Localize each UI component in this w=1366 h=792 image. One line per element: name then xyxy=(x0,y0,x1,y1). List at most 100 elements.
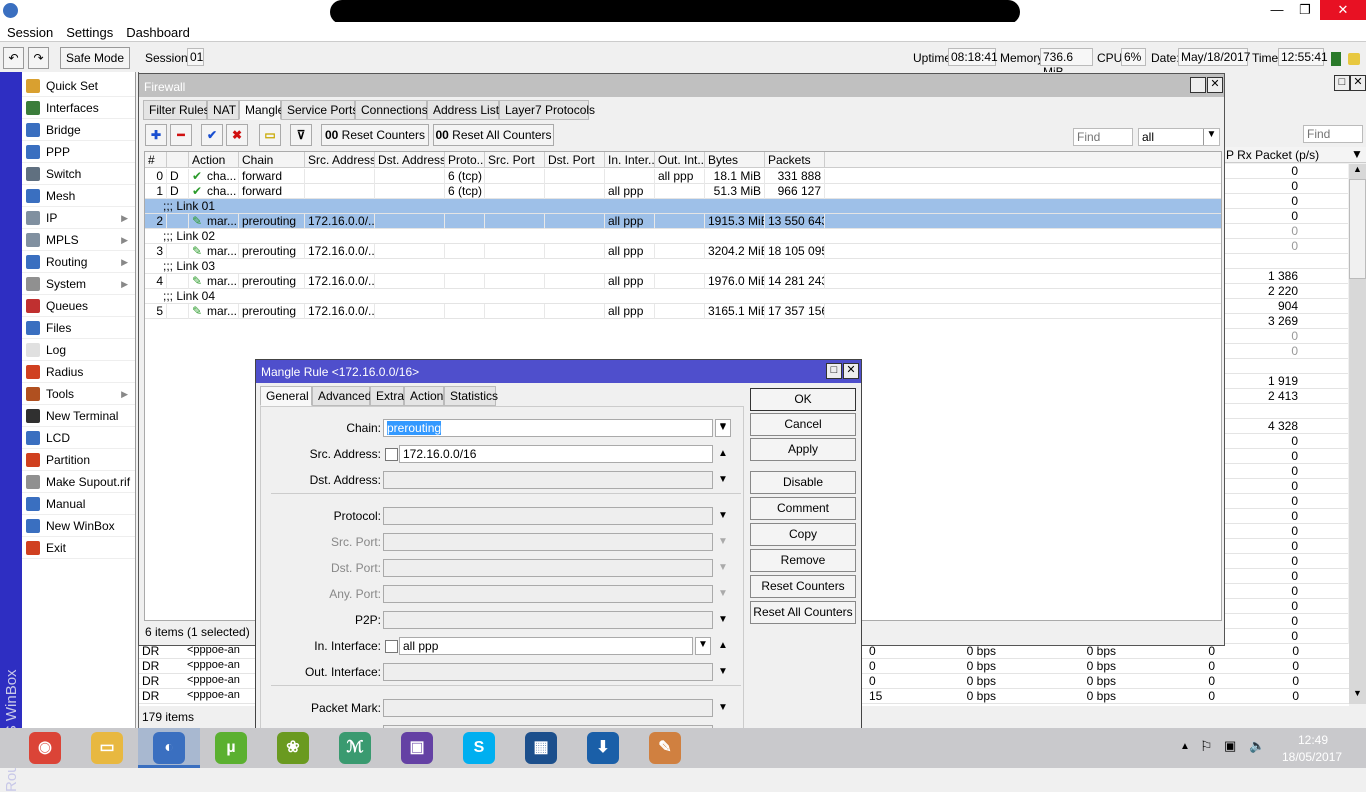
clock-date[interactable]: 18/05/2017 xyxy=(1282,750,1342,764)
firewall-close-button[interactable]: ✕ xyxy=(1207,77,1223,93)
redo-button[interactable]: ↷ xyxy=(28,47,49,69)
filter-select[interactable]: all ▼ xyxy=(1138,128,1220,146)
in-interface-negate-checkbox[interactable] xyxy=(385,640,398,653)
table-row[interactable]: 1 Dcha... ✔ forward 6 (tcp) all ppp 51.3 MiB 96… xyxy=(145,184,1221,199)
p2p-field[interactable] xyxy=(383,611,713,629)
table-row[interactable]: 2 mar... ✎ prerouting 172.16.0.0/... all ppp 1… xyxy=(145,214,1221,229)
dst-address-field[interactable] xyxy=(383,471,713,489)
network-icon[interactable]: ▣ xyxy=(1224,738,1236,754)
sidebar-item-tools[interactable]: Tools ▶ xyxy=(22,383,135,405)
app-leaf-icon[interactable]: ℳ xyxy=(339,732,371,764)
src-address-negate-checkbox[interactable] xyxy=(385,448,398,461)
dialog-title-bar[interactable]: Mangle Rule <172.16.0.0/16> □ ✕ xyxy=(256,360,861,383)
reset-all-counters-button[interactable]: Reset All Counters xyxy=(750,601,856,624)
dialog-tab-advanced[interactable]: Advanced xyxy=(312,386,371,406)
column-header[interactable]: Packets xyxy=(765,152,825,168)
utorrent-icon[interactable]: µ xyxy=(215,732,247,764)
column-header[interactable]: Chain xyxy=(239,152,305,168)
skype-icon[interactable]: S xyxy=(463,732,495,764)
column-header[interactable]: Out. Int... xyxy=(655,152,705,168)
tray-overflow-icon[interactable]: ▲ xyxy=(1180,741,1190,752)
minimize-button[interactable]: — xyxy=(1262,0,1292,20)
dst-port-field[interactable] xyxy=(383,559,713,577)
tab-service-ports[interactable]: Service Ports xyxy=(281,100,358,120)
apply-button[interactable]: Apply xyxy=(750,438,856,461)
column-header[interactable]: # xyxy=(145,152,167,168)
firewall-maximize-button[interactable] xyxy=(1190,77,1206,93)
src-address-field[interactable]: 172.16.0.0/16 xyxy=(399,445,713,463)
tab-mangle[interactable]: Mangle xyxy=(239,100,284,120)
sidebar-item-make-supout-rif[interactable]: Make Supout.rif xyxy=(22,471,135,493)
bg-find-input[interactable] xyxy=(1303,125,1363,143)
scroll-thumb[interactable] xyxy=(1349,179,1366,279)
table-row[interactable]: 4 mar... ✎ prerouting 172.16.0.0/... all ppp 1… xyxy=(145,274,1221,289)
sidebar-item-quick-set[interactable]: Quick Set xyxy=(22,75,135,97)
virtualbox-icon[interactable]: ▦ xyxy=(525,732,557,764)
out-interface-field[interactable] xyxy=(383,663,713,681)
undo-button[interactable]: ↶ xyxy=(3,47,24,69)
menu-session[interactable]: Session xyxy=(0,22,59,40)
in-interface-dropdown-button[interactable]: ▼ xyxy=(695,637,711,655)
maximize-button[interactable]: ❐ xyxy=(1290,0,1320,20)
sidebar-item-exit[interactable]: Exit xyxy=(22,537,135,559)
dialog-tab-action[interactable]: Action xyxy=(404,386,444,406)
column-header[interactable]: Src. Port xyxy=(485,152,545,168)
expand-icon[interactable]: ▼ xyxy=(718,422,728,433)
sidebar-item-new-terminal[interactable]: New Terminal xyxy=(22,405,135,427)
sidebar-item-new-winbox[interactable]: New WinBox xyxy=(22,515,135,537)
twitch-icon[interactable]: ▣ xyxy=(401,732,433,764)
sidebar-item-mpls[interactable]: MPLS ▶ xyxy=(22,229,135,251)
bg-close-button[interactable]: ✕ xyxy=(1350,75,1366,91)
comment-row[interactable]: ;;; Link 02 xyxy=(145,229,1221,244)
in-interface-field[interactable]: all ppp xyxy=(399,637,693,655)
collapse-icon[interactable]: ▲ xyxy=(718,640,728,651)
sidebar-item-interfaces[interactable]: Interfaces xyxy=(22,97,135,119)
clock-time[interactable]: 12:49 xyxy=(1298,733,1328,747)
filter-icon[interactable]: ⊽ xyxy=(290,124,312,146)
column-header[interactable]: In. Inter... xyxy=(605,152,655,168)
table-row[interactable]: 3 mar... ✎ prerouting 172.16.0.0/... all ppp 3… xyxy=(145,244,1221,259)
tab-address-lists[interactable]: Address Lists xyxy=(427,100,505,120)
reset-all-counters-button[interactable]: 00 Reset All Counters xyxy=(433,124,554,146)
comment-icon[interactable]: ▭ xyxy=(259,124,281,146)
column-header[interactable]: Action xyxy=(189,152,239,168)
tab-nat[interactable]: NAT xyxy=(207,100,239,120)
add-icon[interactable]: ✚ xyxy=(145,124,167,146)
tab-connections[interactable]: Connections xyxy=(355,100,428,120)
expand-icon[interactable]: ▼ xyxy=(718,474,728,485)
expand-icon[interactable]: ▼ xyxy=(718,666,728,677)
chain-field[interactable]: prerouting xyxy=(383,419,713,437)
firewall-title-bar[interactable]: Firewall ✕ xyxy=(139,74,1224,97)
app-green-icon[interactable]: ❀ xyxy=(277,732,309,764)
column-header[interactable]: Bytes xyxy=(705,152,765,168)
column-header[interactable]: Proto... xyxy=(445,152,485,168)
cancel-button[interactable]: Cancel xyxy=(750,413,856,436)
winbox-icon[interactable]: ◐ xyxy=(153,732,185,764)
protocol-field[interactable] xyxy=(383,507,713,525)
packet-mark-field[interactable] xyxy=(383,699,713,717)
sidebar-item-ip[interactable]: IP ▶ xyxy=(22,207,135,229)
chrome-icon[interactable]: ◉ xyxy=(29,732,61,764)
scroll-down-icon[interactable]: ▼ xyxy=(1349,688,1366,703)
column-header-rx-packet[interactable]: P Rx Packet (p/s) xyxy=(1226,148,1319,162)
sidebar-item-routing[interactable]: Routing ▶ xyxy=(22,251,135,273)
reset-counters-button[interactable]: Reset Counters xyxy=(750,575,856,598)
collapse-icon[interactable]: ▲ xyxy=(718,448,728,459)
remove-icon[interactable]: ━ xyxy=(170,124,192,146)
sidebar-item-bridge[interactable]: Bridge xyxy=(22,119,135,141)
sidebar-item-radius[interactable]: Radius xyxy=(22,361,135,383)
sidebar-item-partition[interactable]: Partition xyxy=(22,449,135,471)
menu-settings[interactable]: Settings xyxy=(59,22,119,40)
expand-icon[interactable]: ▼ xyxy=(718,510,728,521)
column-header[interactable] xyxy=(167,152,189,168)
sidebar-item-switch[interactable]: Switch xyxy=(22,163,135,185)
comment-row[interactable]: ;;; Link 04 xyxy=(145,289,1221,304)
expand-icon[interactable]: ▼ xyxy=(718,562,728,573)
sidebar-item-queues[interactable]: Queues xyxy=(22,295,135,317)
action-center-flag-icon[interactable]: ⚐ xyxy=(1200,738,1213,755)
sidebar-item-system[interactable]: System ▶ xyxy=(22,273,135,295)
column-header[interactable]: Src. Address xyxy=(305,152,375,168)
column-header[interactable]: Dst. Port xyxy=(545,152,605,168)
any-port-field[interactable] xyxy=(383,585,713,603)
remove-button[interactable]: Remove xyxy=(750,549,856,572)
